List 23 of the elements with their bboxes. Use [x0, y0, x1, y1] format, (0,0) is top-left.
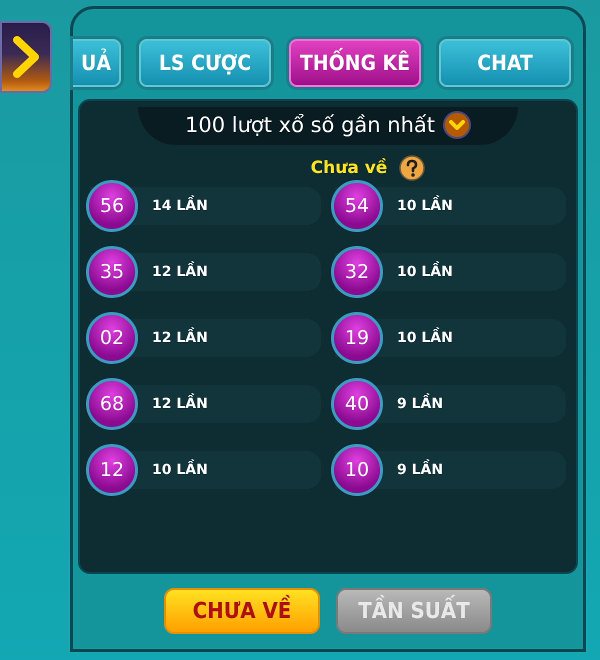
chevron-down-icon [442, 111, 471, 139]
number-ball: 19 [331, 312, 383, 364]
tab[interactable]: LS CƯỢC [139, 39, 271, 87]
number-ball: 02 [86, 312, 138, 364]
mode-button[interactable]: TẦN SUẤT [336, 588, 492, 634]
number-ball: 68 [86, 378, 138, 430]
number-ball: 10 [331, 444, 383, 496]
tab[interactable]: UẢ [73, 39, 121, 87]
tab[interactable]: CHAT [439, 39, 571, 87]
chevron-right-icon [11, 35, 41, 79]
help-icon[interactable] [399, 155, 426, 181]
section-title: Chưa về [310, 158, 388, 178]
number-ball: 56 [86, 180, 138, 232]
mode-button[interactable]: CHƯA VỀ [164, 588, 320, 634]
number-ball: 32 [331, 246, 383, 298]
range-selector[interactable]: 100 lượt xổ số gần nhất [138, 107, 518, 145]
expand-button[interactable] [0, 21, 52, 93]
number-ball: 54 [331, 180, 383, 232]
number-ball: 12 [86, 444, 138, 496]
number-ball: 40 [331, 378, 383, 430]
number-ball: 35 [86, 246, 138, 298]
range-label: 100 lượt xổ số gần nhất [185, 113, 435, 137]
tab[interactable]: THỐNG KÊ [289, 39, 421, 87]
